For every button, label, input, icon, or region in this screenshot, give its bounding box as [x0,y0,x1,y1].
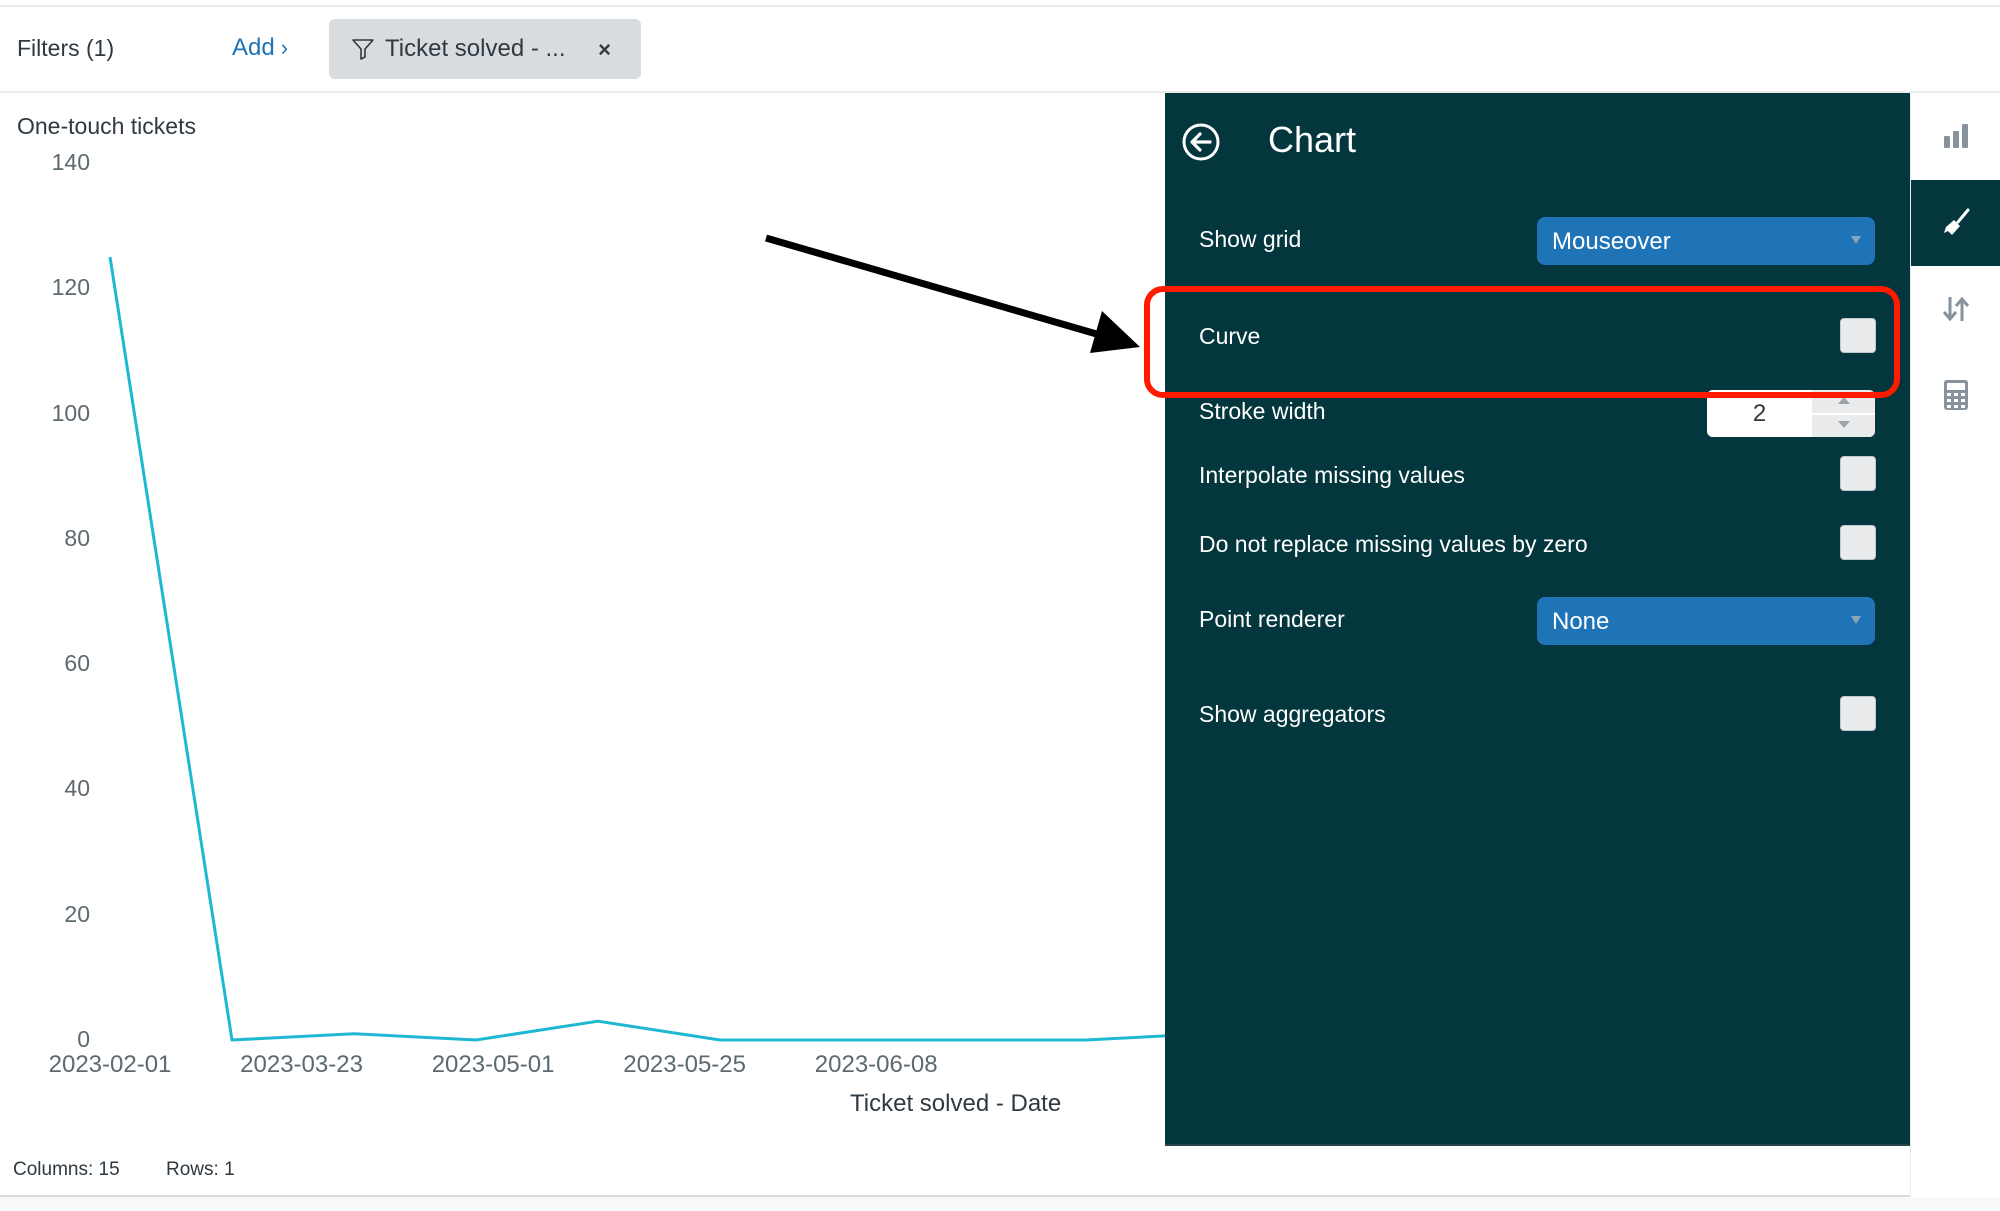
tab-calculations[interactable] [1911,352,2000,438]
no-replace-zero-label: Do not replace missing values by zero [1199,531,1588,557]
caret-down-icon [1851,236,1861,244]
tab-sort[interactable] [1911,266,2000,352]
series-line [108,256,1165,1042]
point-renderer-value: None [1552,608,1610,635]
point-renderer-label: Point renderer [1199,606,1345,632]
point-renderer-select[interactable]: None [1537,597,1875,645]
caret-down-icon [1851,616,1861,624]
stepper-arrows [1812,390,1875,437]
show-aggregators-checkbox[interactable] [1840,696,1876,731]
x-axis-title: Ticket solved - Date [850,1090,1062,1117]
show-grid-value: Mouseover [1552,228,1671,255]
calculator-icon [1944,380,1968,410]
paintbrush-icon [1944,208,1970,235]
footer-background [0,1197,2000,1211]
interpolate-checkbox[interactable] [1840,456,1876,491]
stroke-width-label: Stroke width [1199,398,1326,424]
show-grid-label: Show grid [1199,226,1302,252]
panel-title: Chart [1268,119,1357,160]
bar-chart-icon [1944,124,1968,148]
stroke-width-stepper [1707,390,1875,437]
sort-arrows-icon [1942,296,1970,322]
decrement-arrow-icon[interactable] [1838,421,1850,428]
show-grid-select[interactable]: Mouseover [1537,217,1875,265]
tab-chart-type[interactable] [1911,93,2000,179]
stroke-width-input[interactable] [1707,390,1812,437]
interpolate-label: Interpolate missing values [1199,462,1465,488]
tab-style[interactable] [1911,180,2000,266]
line-chart [108,256,1165,1042]
back-arrow-icon[interactable] [1181,122,1221,162]
no-replace-zero-checkbox[interactable] [1840,525,1876,560]
right-sidebar [1910,93,2000,1197]
stepper-divider [1812,413,1875,415]
columns-count: Columns: 15 [13,1159,120,1180]
show-aggregators-label: Show aggregators [1199,701,1386,727]
curve-label: Curve [1199,323,1261,349]
chart-settings-panel: Chart Show grid Mouseover Curve Stroke w… [1165,93,1910,1146]
curve-checkbox[interactable] [1840,318,1876,353]
rows-count: Rows: 1 [166,1159,235,1180]
increment-arrow-icon[interactable] [1838,397,1850,404]
